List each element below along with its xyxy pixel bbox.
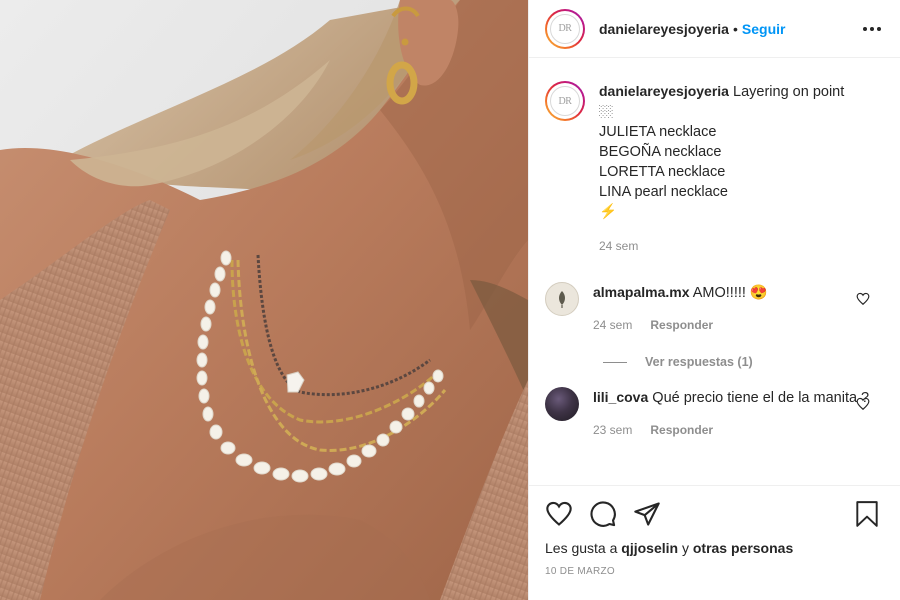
reply-button[interactable]: Responder — [650, 420, 713, 440]
caption: DR danielareyesjoyeria Layering on point… — [529, 81, 900, 256]
caption-line: ⚡ — [599, 204, 618, 220]
heart-icon[interactable] — [856, 397, 870, 411]
caption-avatar[interactable]: DR — [545, 81, 585, 121]
action-icons — [545, 486, 884, 542]
instagram-post: DR danielareyesjoyeria • Seguir DR danie… — [0, 0, 900, 600]
more-horizontal-icon[interactable] — [860, 17, 884, 41]
heart-icon[interactable] — [545, 494, 585, 534]
heart-icon[interactable] — [856, 292, 870, 306]
comment-time[interactable]: 23 sem — [593, 420, 632, 440]
photo-illustration — [0, 0, 528, 600]
comments-area[interactable]: DR danielareyesjoyeria Layering on point… — [529, 71, 900, 485]
post-photo[interactable] — [0, 0, 528, 600]
avatar-logo: DR — [550, 13, 580, 44]
paper-plane-icon[interactable] — [633, 494, 673, 534]
caption-line: LINA pearl necklace — [599, 184, 728, 200]
caption-time[interactable]: 24 sem — [599, 236, 638, 256]
comment-time[interactable]: 24 sem — [593, 315, 632, 335]
likes-others[interactable]: otras personas — [693, 540, 793, 556]
comment-text: AMO!!!!! 😍 — [692, 285, 768, 301]
post-sidebar: DR danielareyesjoyeria • Seguir DR danie… — [528, 0, 900, 600]
palm-leaf-icon — [559, 291, 565, 308]
comment-body: almapalma.mx AMO!!!!! 😍 24 sem Responder — [593, 282, 884, 335]
caption-body: danielareyesjoyeria Layering on point 🏼 … — [599, 81, 884, 256]
comment-bubble-icon[interactable] — [589, 494, 629, 534]
post-actions: Les gusta a qjjoselin y otras personas 1… — [529, 485, 900, 577]
caption-meta: 24 sem — [599, 236, 858, 256]
avatar-logo: DR — [550, 86, 580, 116]
likes-summary: Les gusta a qjjoselin y otras personas — [545, 540, 884, 556]
caption-line: LORETTA necklace — [599, 164, 726, 180]
comment-item: almapalma.mx AMO!!!!! 😍 24 sem Responder — [529, 282, 900, 335]
follow-button[interactable]: Seguir — [742, 21, 786, 37]
avatar-inner: DR — [547, 83, 583, 119]
comment-text: Qué precio tiene el de la manita ? — [652, 390, 870, 406]
comment-meta: 23 sem Responder — [593, 420, 884, 440]
comment-meta: 24 sem Responder — [593, 315, 884, 335]
comment-body: lili_cova Qué precio tiene el de la mani… — [593, 387, 884, 440]
reply-button[interactable]: Responder — [650, 315, 713, 335]
view-replies-line — [603, 361, 627, 363]
likes-conj: y — [681, 540, 689, 556]
account-avatar[interactable]: DR — [545, 8, 585, 49]
bookmark-icon[interactable] — [840, 494, 880, 534]
likes-user[interactable]: qjjoselin — [621, 540, 678, 556]
view-replies-label: Ver respuestas (1) — [645, 355, 753, 369]
caption-line: BEGOÑA necklace — [599, 144, 722, 160]
view-replies-button[interactable]: Ver respuestas (1) — [529, 355, 900, 369]
avatar-inner: DR — [547, 10, 583, 47]
comment-username[interactable]: lili_cova — [593, 389, 648, 405]
caption-line: JULIETA necklace — [599, 124, 717, 140]
comment-username[interactable]: almapalma.mx — [593, 284, 690, 300]
caption-username[interactable]: danielareyesjoyeria — [599, 83, 729, 99]
account-username[interactable]: danielareyesjoyeria — [599, 21, 729, 37]
likes-prefix: Les gusta a — [545, 540, 618, 556]
post-date[interactable]: 10 DE MARZO — [545, 566, 884, 577]
comment-avatar[interactable] — [545, 282, 579, 316]
comment-item: lili_cova Qué precio tiene el de la mani… — [529, 387, 900, 440]
post-header: DR danielareyesjoyeria • Seguir — [529, 0, 900, 58]
comment-avatar[interactable] — [545, 387, 579, 421]
header-separator: • — [732, 20, 738, 37]
